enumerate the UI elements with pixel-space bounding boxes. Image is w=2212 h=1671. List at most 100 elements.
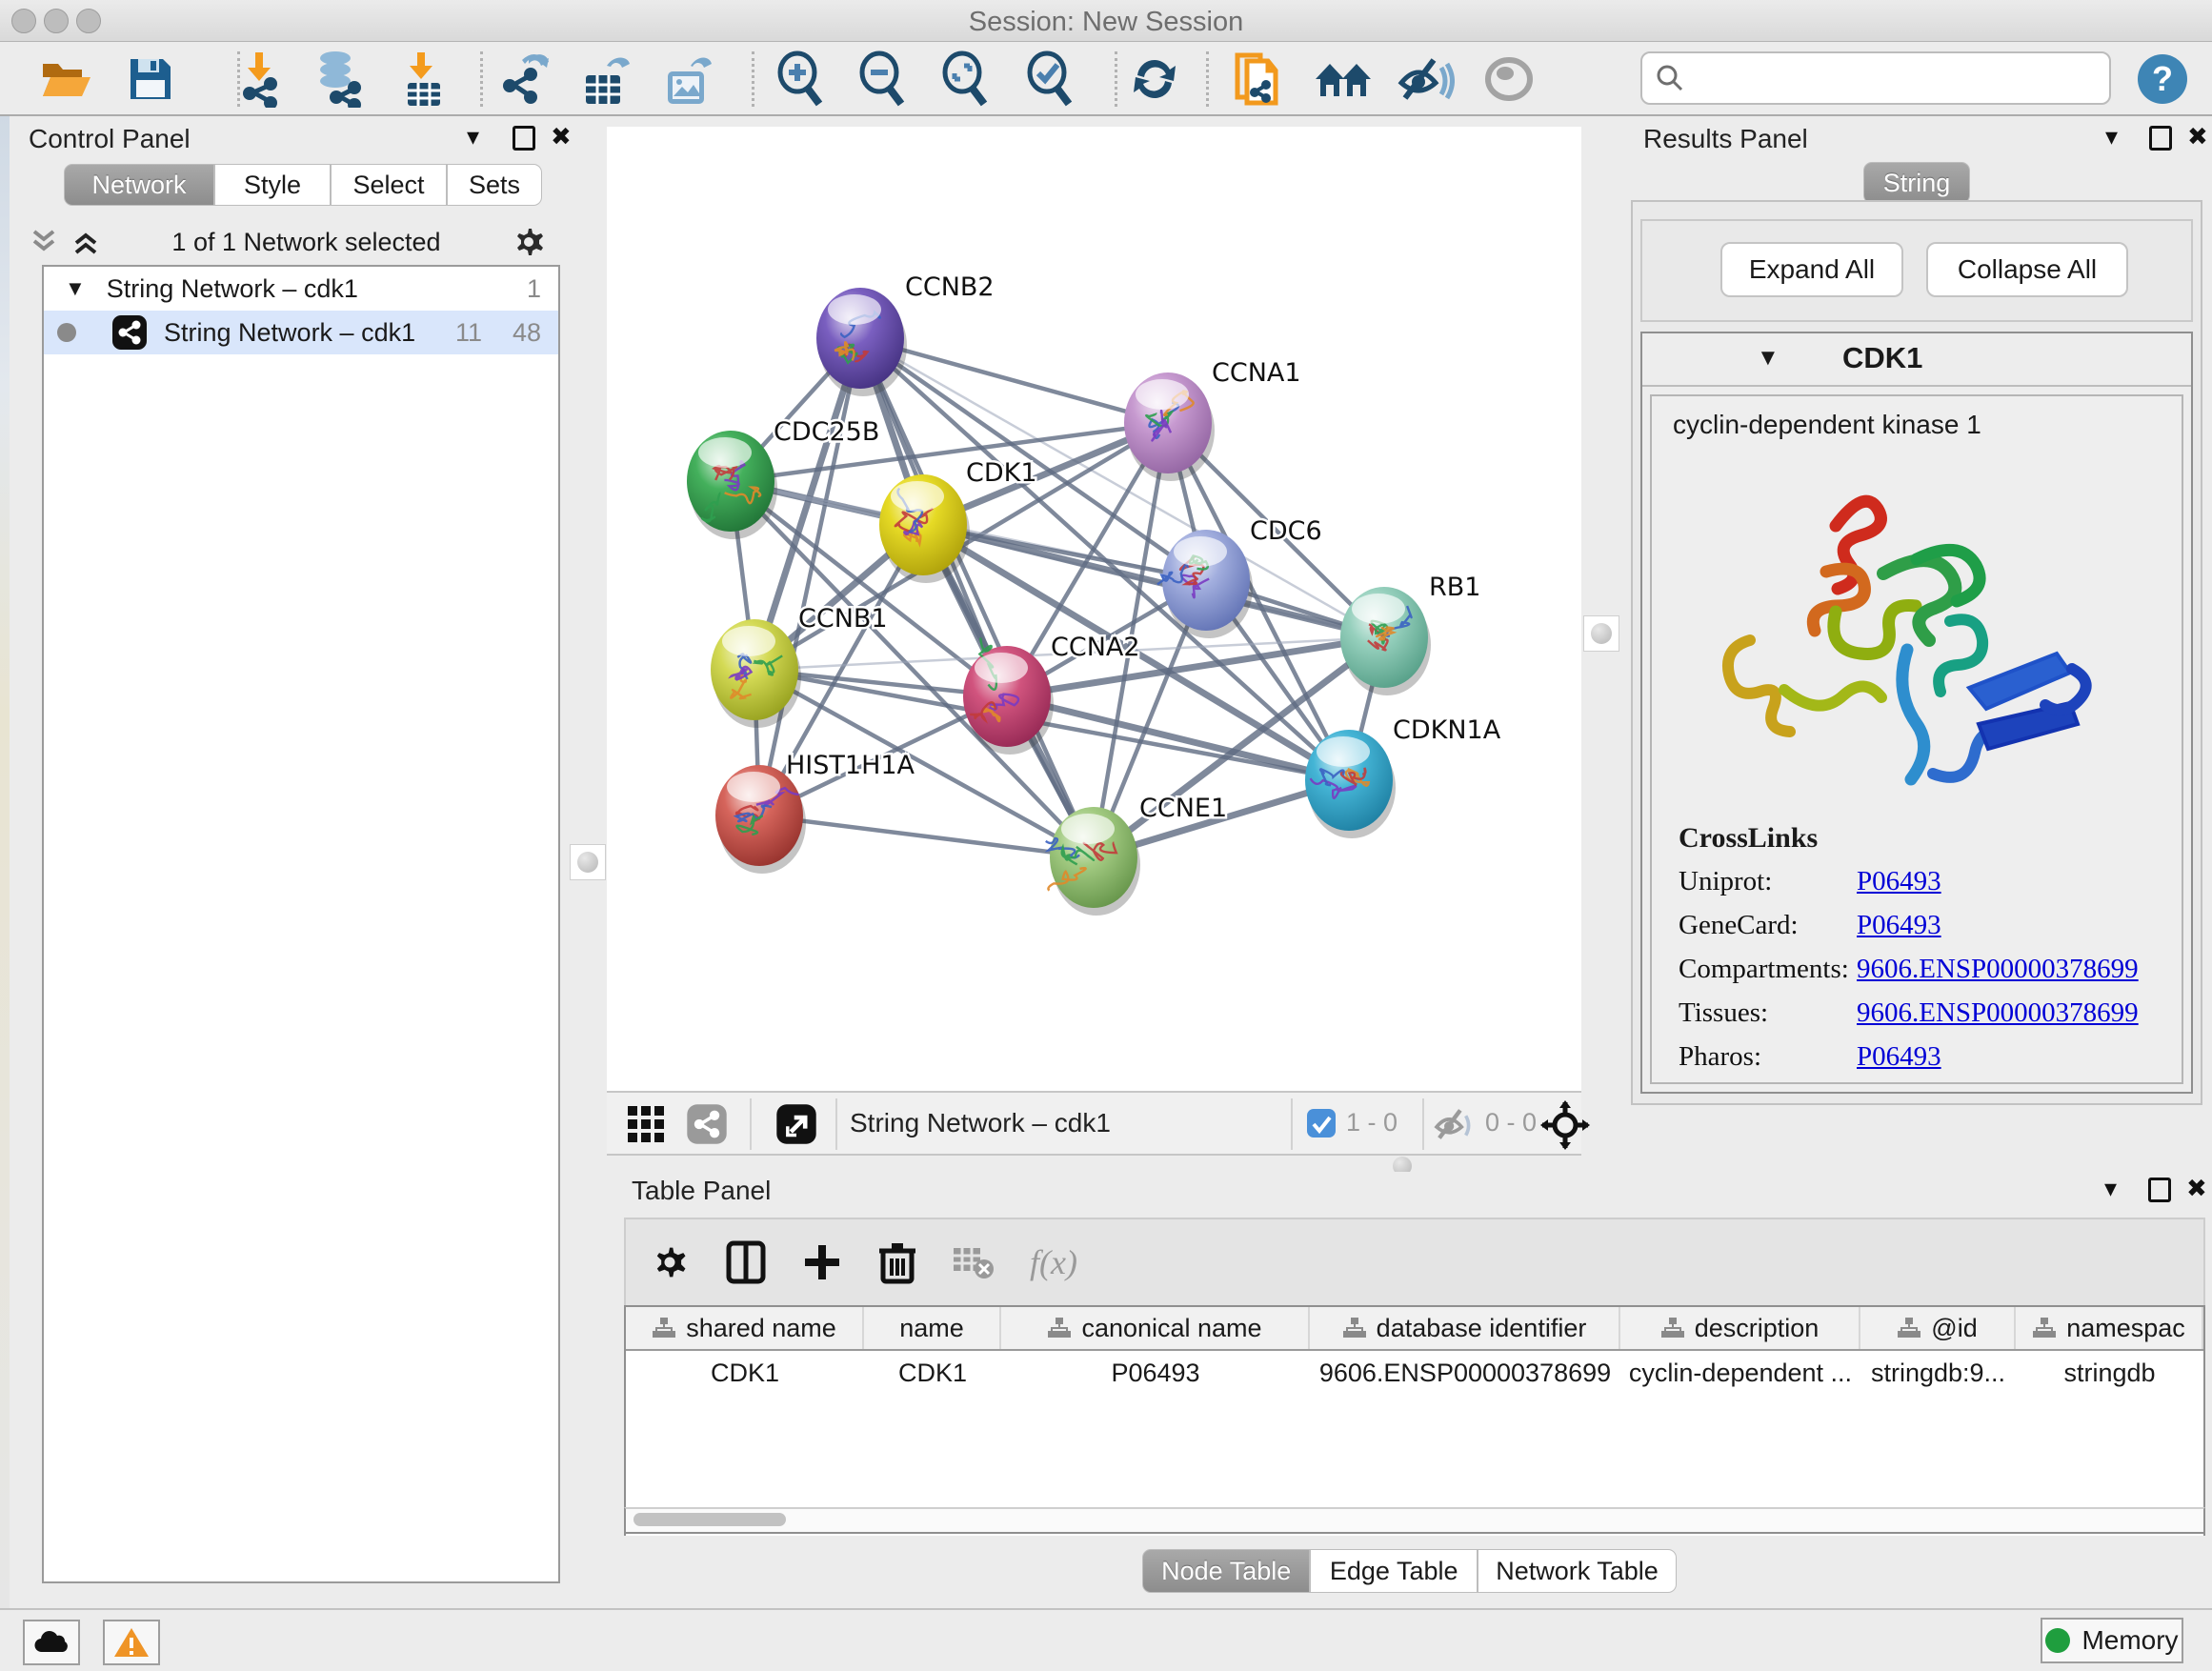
network-row[interactable]: String Network – cdk1 11 48 xyxy=(44,311,558,354)
crosslink-value-link[interactable]: P06493 xyxy=(1857,910,1941,941)
network-node-rb1[interactable]: RB1 xyxy=(1340,573,1480,695)
toolbar-separator xyxy=(1115,51,1117,107)
panel-menu-icon[interactable]: ▾ xyxy=(2105,122,2118,151)
left-splitter-handle[interactable] xyxy=(570,844,606,880)
export-table-icon[interactable] xyxy=(575,50,636,109)
search-box[interactable] xyxy=(1640,51,2111,105)
column-header--id[interactable]: @id xyxy=(1860,1307,2016,1349)
collapse-arrow-icon[interactable]: ▼ xyxy=(65,276,86,301)
function-builder-icon[interactable]: f(x) xyxy=(1030,1242,1077,1282)
create-column-icon[interactable] xyxy=(801,1241,843,1283)
crosslink-value-link[interactable]: P06493 xyxy=(1857,1041,1941,1073)
network-node-cdc6[interactable]: CDC6 xyxy=(1157,516,1322,638)
tab-style[interactable]: Style xyxy=(214,164,331,206)
network-edge[interactable] xyxy=(759,338,860,815)
float-panel-icon[interactable] xyxy=(513,126,535,151)
float-panel-icon[interactable] xyxy=(2149,126,2172,151)
open-session-icon[interactable] xyxy=(36,50,97,109)
cloud-button[interactable] xyxy=(23,1620,80,1665)
collection-count: 1 xyxy=(527,274,541,304)
network-node-cdkn1a[interactable]: CDKN1A xyxy=(1305,715,1501,838)
clone-network-icon[interactable] xyxy=(1229,50,1290,109)
tab-node-table[interactable]: Node Table xyxy=(1142,1549,1310,1593)
close-panel-icon[interactable]: ✖ xyxy=(551,122,572,151)
birds-eye-view-icon[interactable] xyxy=(1540,1100,1590,1155)
tab-edge-table[interactable]: Edge Table xyxy=(1310,1549,1478,1593)
network-edge[interactable] xyxy=(759,815,1094,857)
table-row[interactable]: CDK1CDK1P064939606.ENSP00000378699cyclin… xyxy=(626,1351,2203,1388)
column-header-database-identifier[interactable]: database identifier xyxy=(1310,1307,1620,1349)
search-input[interactable] xyxy=(1684,64,2094,93)
export-image-icon[interactable] xyxy=(657,50,718,109)
zoom-fit-icon[interactable] xyxy=(935,50,995,109)
expand-all-icon[interactable] xyxy=(70,228,103,256)
zoom-selected-icon[interactable] xyxy=(1019,50,1080,109)
tab-network-table[interactable]: Network Table xyxy=(1478,1549,1677,1593)
panel-menu-icon[interactable]: ▾ xyxy=(2104,1174,2117,1203)
column-header-namespac[interactable]: namespac xyxy=(2016,1307,2203,1349)
crosslink-value-link[interactable]: 9606.ENSP00000378699 xyxy=(1857,997,2139,1029)
save-session-icon[interactable] xyxy=(120,50,181,109)
column-header-description[interactable]: description xyxy=(1620,1307,1860,1349)
status-bar: Memory xyxy=(0,1608,2212,1671)
expand-all-button[interactable]: Expand All xyxy=(1720,242,1903,297)
node-gloss-highlight xyxy=(1317,736,1370,767)
column-header-name[interactable]: name xyxy=(864,1307,1001,1349)
help-icon[interactable]: ? xyxy=(2132,50,2193,109)
gear-icon[interactable] xyxy=(510,223,548,261)
tab-string[interactable]: String xyxy=(1863,162,1970,204)
collapse-arrow-icon[interactable]: ▼ xyxy=(1757,345,1780,372)
selected-checkbox-icon[interactable] xyxy=(1306,1108,1337,1143)
string-app-icon xyxy=(111,313,149,352)
open-in-window-icon[interactable] xyxy=(774,1102,818,1151)
collapse-all-icon[interactable] xyxy=(29,228,61,256)
refresh-icon[interactable] xyxy=(1124,50,1185,109)
column-header-canonical-name[interactable]: canonical name xyxy=(1001,1307,1310,1349)
collapse-all-button[interactable]: Collapse All xyxy=(1926,242,2128,297)
show-all-icon[interactable] xyxy=(1478,50,1539,109)
export-network-icon[interactable] xyxy=(493,50,554,109)
network-node-cdk1[interactable]: CDK1 xyxy=(879,458,1037,583)
close-panel-icon[interactable]: ✖ xyxy=(2187,122,2208,151)
home-layout-icon[interactable] xyxy=(1313,50,1374,109)
hide-selected-icon[interactable] xyxy=(1396,50,1457,109)
cloud-icon xyxy=(32,1629,70,1656)
toolbar-separator xyxy=(480,51,483,107)
node-section-header[interactable]: ▼ CDK1 xyxy=(1642,333,2191,387)
table-horizontal-scrollbar[interactable] xyxy=(624,1507,2205,1534)
tab-select[interactable]: Select xyxy=(331,164,447,206)
warnings-button[interactable] xyxy=(103,1620,160,1665)
node-label: HIST1H1A xyxy=(786,751,915,780)
network-node-ccnb1[interactable]: CCNB1 xyxy=(711,604,888,728)
tab-sets[interactable]: Sets xyxy=(447,164,542,206)
import-network-from-database-icon[interactable] xyxy=(308,50,369,109)
import-network-from-file-icon[interactable] xyxy=(229,50,290,109)
scrollbar-thumb[interactable] xyxy=(633,1513,786,1526)
crosslink-label: Pharos: xyxy=(1679,1041,1761,1073)
network-node-hist1h1a[interactable]: HIST1H1A xyxy=(715,751,915,874)
close-panel-icon[interactable]: ✖ xyxy=(2186,1174,2207,1203)
panel-menu-icon[interactable]: ▾ xyxy=(467,122,479,151)
network-collection-row[interactable]: ▼ String Network – cdk1 1 xyxy=(44,267,558,311)
float-panel-icon[interactable] xyxy=(2148,1178,2171,1202)
crosslink-value-link[interactable]: 9606.ENSP00000378699 xyxy=(1857,954,2139,985)
zoom-out-icon[interactable] xyxy=(852,50,913,109)
grid-view-icon[interactable] xyxy=(626,1104,666,1149)
show-columns-icon[interactable] xyxy=(725,1239,767,1285)
column-header-shared-name[interactable]: shared name xyxy=(626,1307,864,1349)
network-node-ccna1[interactable]: CCNA1 xyxy=(1124,358,1301,481)
network-canvas[interactable]: CCNB2CCNA1CDC25BCDK1CDC6RB1CCNB1CCNA2CDK… xyxy=(607,127,1581,1091)
node-table[interactable]: shared namenamecanonical namedatabase id… xyxy=(624,1305,2205,1536)
right-splitter-handle[interactable] xyxy=(1583,615,1619,652)
zoom-in-icon[interactable] xyxy=(770,50,831,109)
table-settings-gear-icon[interactable] xyxy=(649,1241,691,1283)
delete-table-icon[interactable] xyxy=(952,1244,995,1280)
node-gloss-highlight xyxy=(1061,814,1115,844)
delete-column-icon[interactable] xyxy=(877,1239,917,1285)
tab-network[interactable]: Network xyxy=(64,164,214,206)
import-table-from-file-icon[interactable] xyxy=(392,50,453,109)
memory-button[interactable]: Memory xyxy=(2041,1618,2183,1663)
string-view-icon[interactable] xyxy=(685,1102,729,1151)
crosslink-value-link[interactable]: P06493 xyxy=(1857,866,1941,897)
hidden-eye-slash-icon[interactable] xyxy=(1434,1106,1476,1147)
